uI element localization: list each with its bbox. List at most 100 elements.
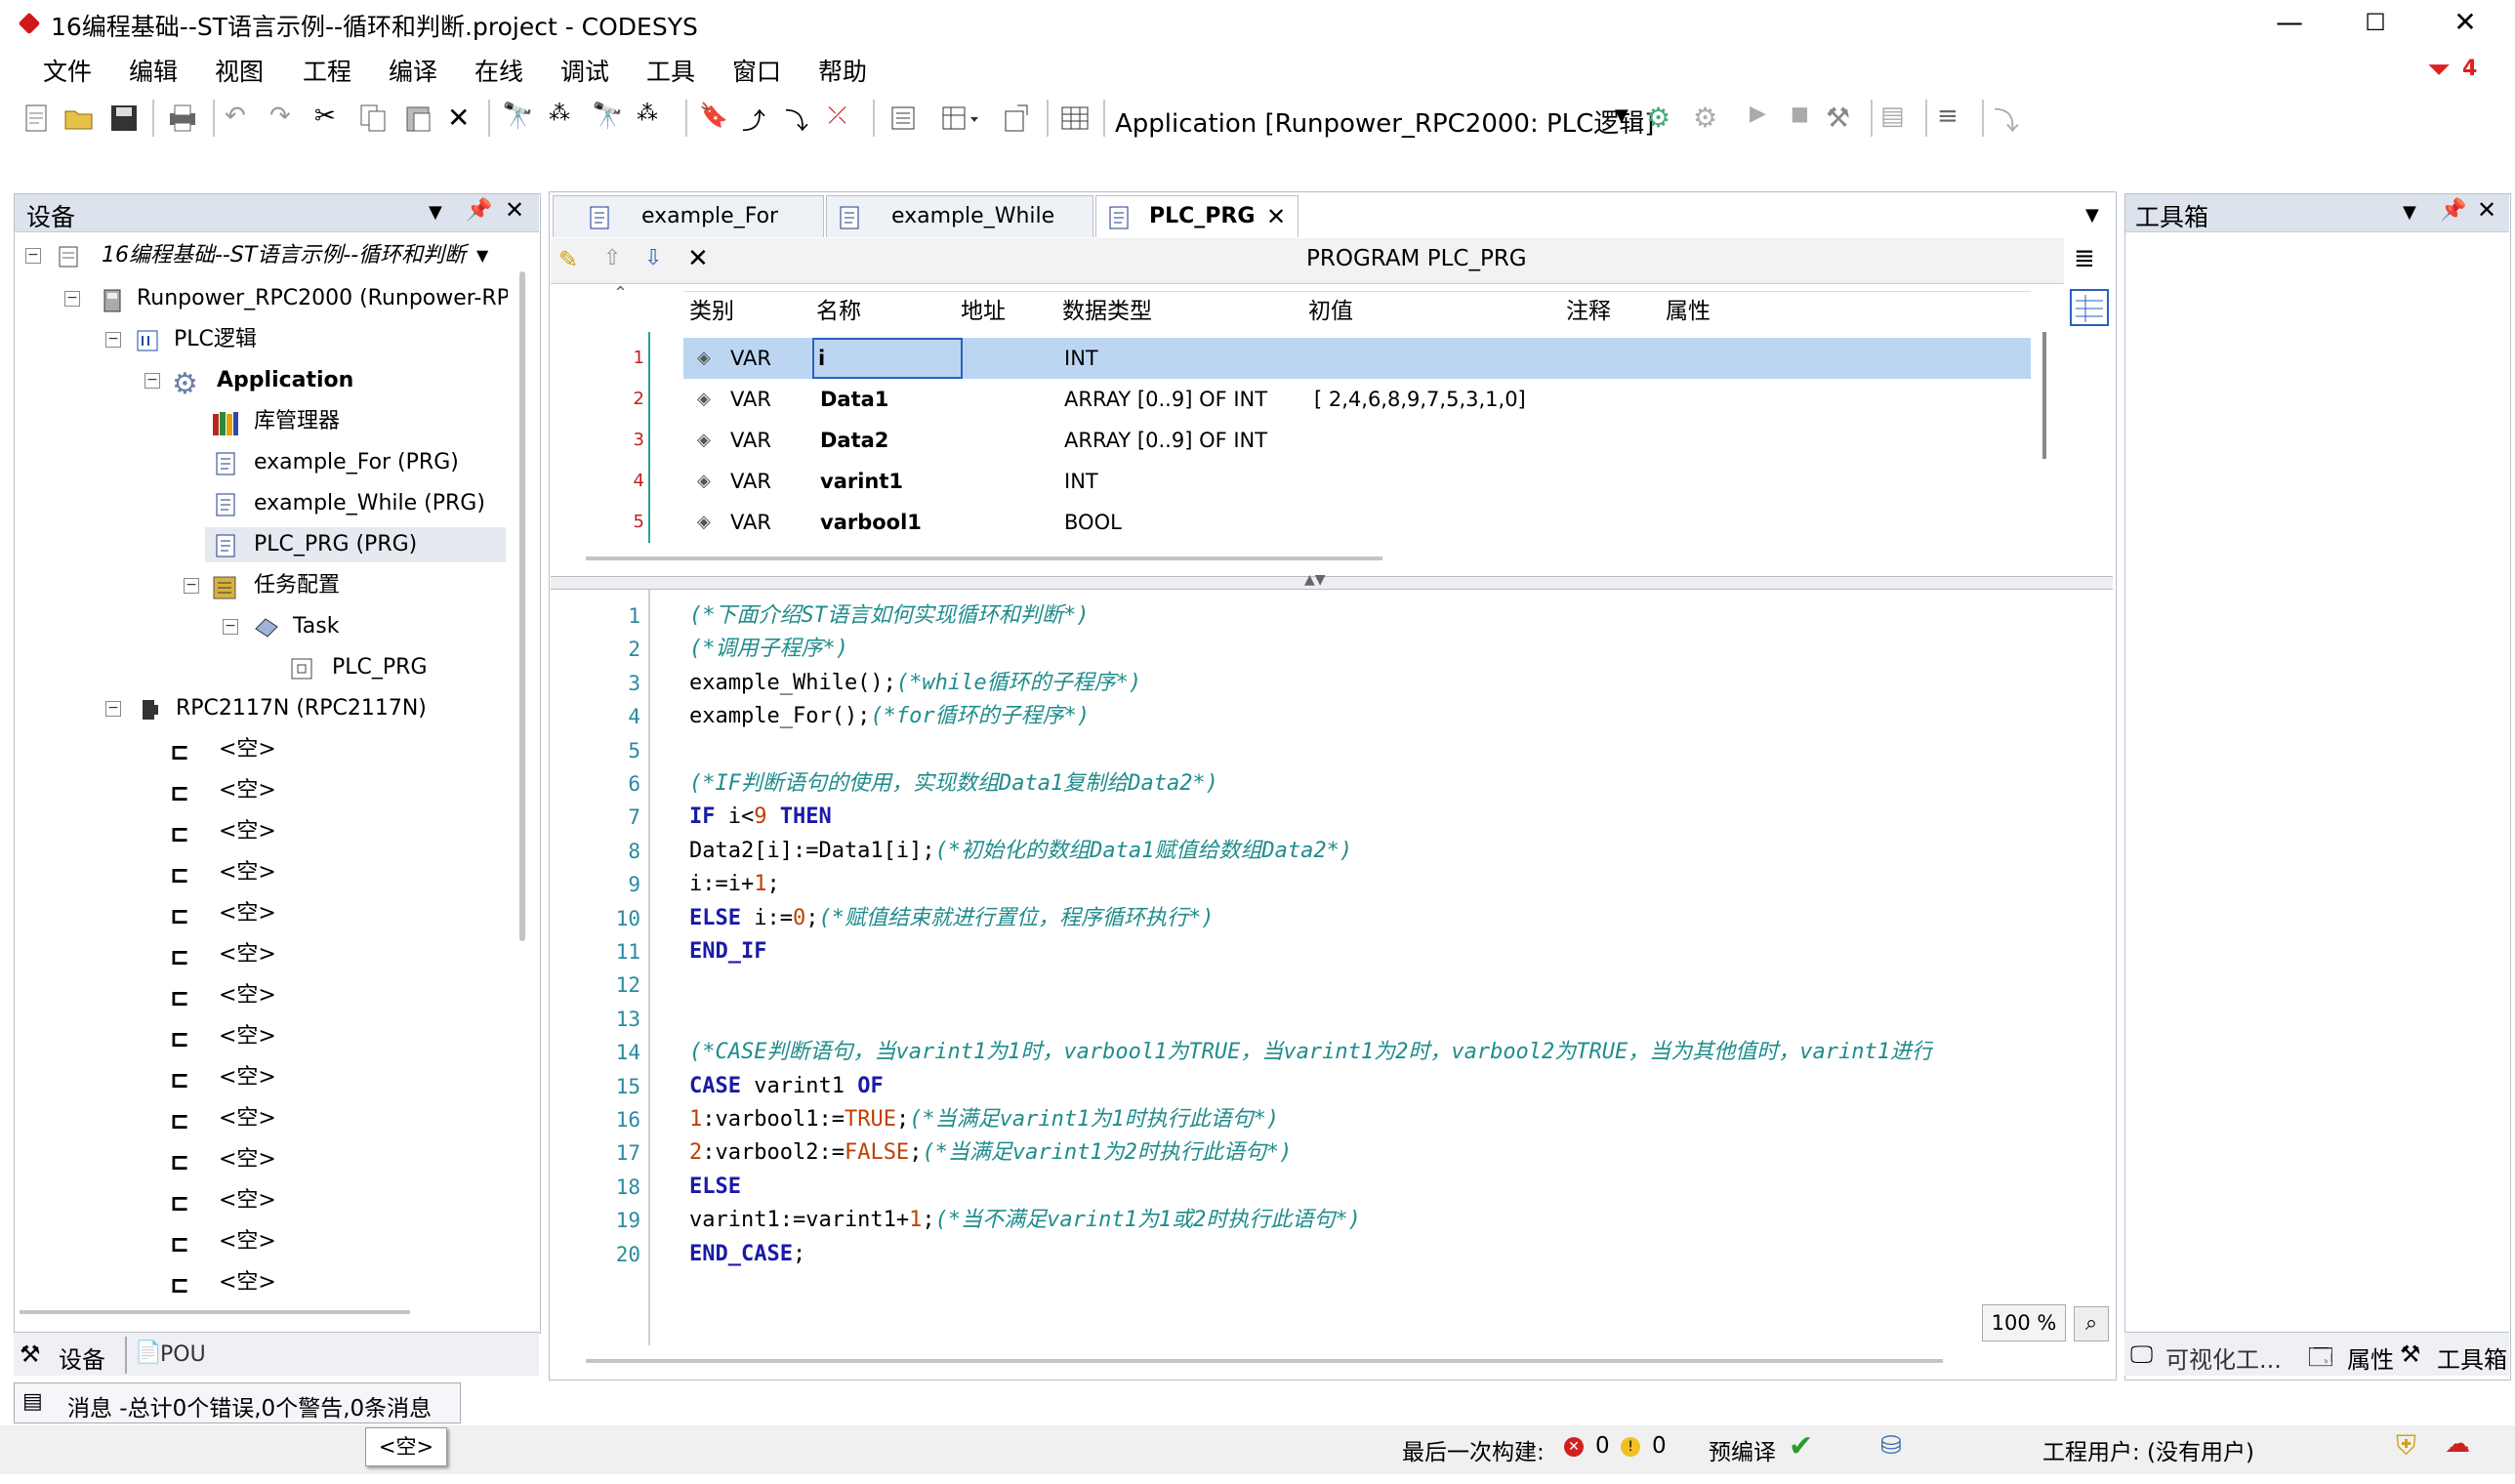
next-bookmark-icon[interactable]: ⤵ <box>785 102 818 135</box>
clipboard-icon[interactable] <box>886 102 920 135</box>
find-icon[interactable]: 🔭 <box>502 102 535 135</box>
code-line[interactable]: (*IF判断语句的使用，实现数组Data1复制给Data2*) <box>689 767 1218 801</box>
code-line[interactable]: (*下面介绍ST语言如何实现循环和判断*) <box>689 599 1089 633</box>
tree-item-plc-prg[interactable]: PLC_PRG (PRG) <box>205 527 506 562</box>
code-line[interactable]: (*CASE判断语句，当varint1为1时，varbool1为TRUE，当va… <box>689 1036 1933 1069</box>
variable-init[interactable]: [ 2,4,6,8,9,7,5,3,1,0] <box>1314 379 1526 420</box>
splitter[interactable] <box>551 576 2113 590</box>
grid-horizontal-scrollbar[interactable] <box>586 556 1382 560</box>
col-comment[interactable]: 注释 <box>1566 291 1611 332</box>
menu-project[interactable]: 工程 <box>303 53 351 88</box>
col-category[interactable]: 类别 <box>689 291 734 332</box>
replace-in-files-icon[interactable]: ⁂ <box>637 102 670 135</box>
code-line[interactable]: Data2[i]:=Data1[i];(*初始化的数组Data1赋值给数组Dat… <box>689 835 1352 868</box>
minimize-button[interactable]: — <box>2246 0 2333 45</box>
menu-tools[interactable]: 工具 <box>646 53 695 88</box>
copy-icon[interactable] <box>357 102 391 135</box>
step-icon[interactable]: ⤵ <box>1994 102 2027 137</box>
move-down-icon[interactable]: ⇩ <box>644 246 662 270</box>
error-filter-icon[interactable]: ⏷ <box>2427 53 2451 87</box>
bookmark-icon[interactable]: 🔖 <box>699 102 732 135</box>
textual-view-icon[interactable]: ≣ <box>2074 244 2095 273</box>
code-line[interactable]: ELSE i:=0;(*赋值结束就进行置位，程序循环执行*) <box>689 902 1214 935</box>
menu-help[interactable]: 帮助 <box>818 53 867 88</box>
prev-bookmark-icon[interactable]: ⤴ <box>742 102 775 135</box>
tab-devices[interactable]: 设备 <box>59 1340 105 1375</box>
undo-icon[interactable]: ↶ <box>225 102 258 135</box>
code-line[interactable]: (*调用子程序*) <box>689 633 848 666</box>
panel-close-icon[interactable]: ✕ <box>2477 196 2496 224</box>
code-line[interactable]: example_While();(*while循环的子程序*) <box>689 667 1141 700</box>
zoom-icon[interactable]: ⌕ <box>2074 1306 2109 1341</box>
variable-type[interactable]: ARRAY [0..9] OF INT <box>1064 379 1267 420</box>
new-file-icon[interactable] <box>20 102 53 135</box>
grid-vertical-scrollbar[interactable] <box>2042 332 2046 459</box>
panel-close-icon[interactable]: ✕ <box>505 196 524 224</box>
variable-row[interactable]: 4 ◈ VAR varint1 INT <box>634 461 2031 502</box>
menu-online[interactable]: 在线 <box>474 53 523 88</box>
col-initial[interactable]: 初值 <box>1308 291 1353 332</box>
close-tab-icon[interactable]: ✕ <box>1266 196 1286 237</box>
clear-bookmarks-icon[interactable]: ⤫ <box>828 102 861 135</box>
tab-properties[interactable]: 属性 <box>2347 1340 2394 1375</box>
paste-icon[interactable] <box>402 102 435 135</box>
variable-name[interactable]: Data2 <box>820 420 888 461</box>
delete-icon[interactable]: ✕ <box>447 102 480 135</box>
maximize-button[interactable]: ☐ <box>2331 0 2419 45</box>
col-name[interactable]: 名称 <box>816 291 861 332</box>
redo-icon[interactable]: ↷ <box>269 102 303 135</box>
chevron-down-icon[interactable]: ▼ <box>1615 105 1629 126</box>
menu-edit[interactable]: 编辑 <box>129 53 178 88</box>
find-replace-icon[interactable]: ⁂ <box>549 102 582 135</box>
stop-icon[interactable]: ■ <box>1791 102 1824 135</box>
tab-plc-prg[interactable]: PLC_PRG ✕ <box>1095 195 1299 237</box>
delete-row-icon[interactable]: ✕ <box>687 244 709 273</box>
variable-name[interactable]: varint1 <box>820 461 903 502</box>
messages-bar[interactable]: ▤ 消息 -总计0个错误,0个警告,0条消息 <box>14 1382 461 1423</box>
tab-example-while[interactable]: example_While <box>826 195 1093 237</box>
code-horizontal-scrollbar[interactable] <box>586 1359 1943 1363</box>
code-line[interactable]: i:=i+1; <box>689 868 780 901</box>
print-icon[interactable] <box>166 102 199 135</box>
move-up-icon[interactable]: ⇧ <box>603 246 621 270</box>
export-icon[interactable] <box>1000 102 1033 135</box>
tab-example-for[interactable]: example_For <box>553 195 824 237</box>
network-icon[interactable]: ⛁ <box>1880 1431 1902 1461</box>
chevron-down-icon[interactable]: ▼ <box>476 238 488 273</box>
tree-horizontal-scrollbar[interactable] <box>20 1310 410 1314</box>
panel-menu-icon[interactable]: ▼ <box>2403 202 2416 223</box>
menu-debug[interactable]: 调试 <box>560 53 609 88</box>
variable-row[interactable]: 2 ◈ VAR Data1 ARRAY [0..9] OF INT [ 2,4,6,8,9… <box>634 379 2031 420</box>
close-button[interactable]: ✕ <box>2421 0 2509 45</box>
variable-name[interactable]: varbool1 <box>820 502 922 543</box>
tab-visualization[interactable]: 可视化工... <box>2165 1340 2282 1375</box>
tab-pou[interactable]: POU <box>160 1342 206 1367</box>
menu-window[interactable]: 窗口 <box>732 53 781 88</box>
panel-menu-icon[interactable]: ▼ <box>429 202 442 223</box>
col-datatype[interactable]: 数据类型 <box>1062 291 1152 332</box>
variable-row[interactable]: 3 ◈ VAR Data2 ARRAY [0..9] OF INT <box>634 420 2031 461</box>
auto-declare-icon[interactable]: ✎ <box>558 246 578 273</box>
variable-type[interactable]: BOOL <box>1064 502 1122 543</box>
variable-type[interactable]: INT <box>1064 338 1098 379</box>
reset-icon[interactable]: ⚒ <box>1826 102 1859 135</box>
cut-icon[interactable]: ✂ <box>314 102 348 135</box>
code-line[interactable]: 1:varbool1:=TRUE;(*当满足varint1为1时执行此语句*) <box>689 1103 1279 1136</box>
sort-icon[interactable]: ⌃ <box>613 283 628 304</box>
code-line[interactable]: END_CASE; <box>689 1238 805 1271</box>
col-attributes[interactable]: 属性 <box>1666 291 1711 332</box>
cloud-icon[interactable]: ☁ <box>2445 1429 2470 1459</box>
variable-row[interactable]: 5 ◈ VAR varbool1 BOOL <box>634 502 2031 543</box>
splitter-arrows-icon[interactable]: ▲▼ <box>1304 572 1326 588</box>
menu-build[interactable]: 编译 <box>389 53 437 88</box>
pin-icon[interactable]: 📌 <box>466 198 492 223</box>
grid-view-icon[interactable] <box>1058 102 1092 135</box>
start-icon[interactable]: ▶ <box>1750 102 1783 135</box>
pin-icon[interactable]: 📌 <box>2440 198 2466 223</box>
code-line[interactable]: example_For();(*for循环的子程序*) <box>689 700 1090 733</box>
layout-dropdown-icon[interactable] <box>939 102 978 135</box>
save-icon[interactable] <box>107 102 141 135</box>
filter-icon[interactable]: ≡ <box>1937 102 1970 135</box>
breakpoint-icon[interactable]: ▤ <box>1880 102 1914 135</box>
application-selector[interactable]: Application [Runpower_RPC2000: PLC逻辑] <box>1115 103 1654 140</box>
